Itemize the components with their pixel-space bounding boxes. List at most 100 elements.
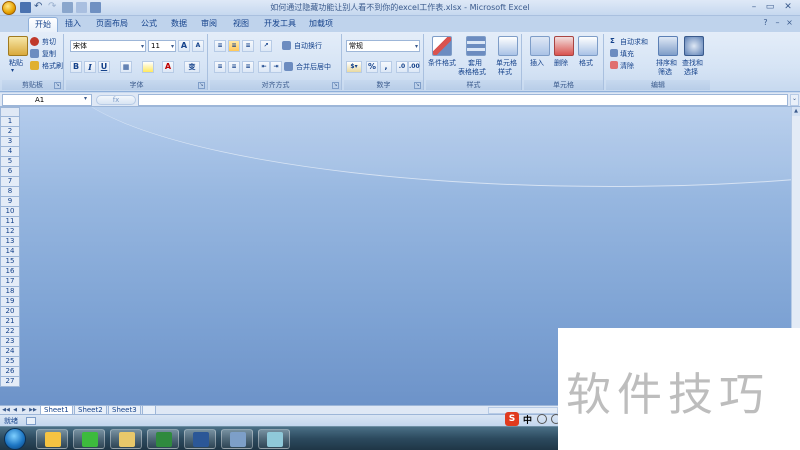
macro-record-icon[interactable]	[26, 417, 36, 425]
alignment-launcher-icon[interactable]: ↘	[332, 82, 339, 89]
undo-icon[interactable]: ↶	[34, 2, 45, 13]
ime-toolbar[interactable]: S 中	[505, 412, 561, 426]
sort-filter-label-2[interactable]: 筛选	[658, 67, 672, 77]
ime-language[interactable]: 中	[523, 413, 532, 426]
tab-insert[interactable]: 插入	[62, 17, 84, 32]
shrink-font-button[interactable]: A	[192, 40, 204, 52]
help-icon[interactable]: ?	[760, 18, 771, 29]
align-center-icon[interactable]: ≡	[228, 61, 240, 73]
format-as-table-icon[interactable]	[466, 36, 486, 56]
format-cells-icon[interactable]	[578, 36, 598, 56]
cut-icon[interactable]	[30, 37, 39, 46]
tab-formulas[interactable]: 公式	[138, 17, 160, 32]
autosum-button[interactable]: 自动求和	[620, 37, 648, 47]
cell-styles-label-2[interactable]: 样式	[498, 67, 512, 77]
notes-icon[interactable]	[258, 429, 290, 449]
wrap-text-button[interactable]: 自动换行	[294, 41, 322, 51]
align-top-icon[interactable]: ≡	[214, 40, 226, 52]
row-header[interactable]: 9	[0, 197, 20, 207]
find-select-label-2[interactable]: 选择	[684, 67, 698, 77]
sort-filter-icon[interactable]	[658, 36, 678, 56]
align-middle-icon[interactable]: ≡	[228, 40, 240, 52]
formula-input[interactable]	[138, 94, 788, 106]
conditional-format-button[interactable]: 条件格式	[428, 58, 456, 68]
ime-moon-icon[interactable]	[537, 414, 547, 424]
row-header[interactable]: 12	[0, 227, 20, 237]
row-header[interactable]: 13	[0, 237, 20, 247]
copy-button[interactable]: 复制	[42, 49, 56, 59]
conditional-format-icon[interactable]	[432, 36, 452, 56]
underline-button[interactable]: U	[98, 61, 110, 73]
customize-qat-icon[interactable]	[90, 2, 101, 13]
insert-button[interactable]: 插入	[530, 58, 544, 68]
sogou-icon[interactable]: S	[505, 412, 519, 426]
row-header[interactable]: 1	[0, 117, 20, 127]
border-icon[interactable]: ▦	[120, 61, 132, 73]
row-header[interactable]: 16	[0, 267, 20, 277]
wechat-icon[interactable]	[73, 429, 105, 449]
row-header[interactable]: 20	[0, 307, 20, 317]
row-header[interactable]: 19	[0, 297, 20, 307]
insert-function-button[interactable]: fx	[96, 95, 136, 105]
row-header[interactable]: 24	[0, 347, 20, 357]
row-header[interactable]: 7	[0, 177, 20, 187]
row-header[interactable]: 5	[0, 157, 20, 167]
fill-icon[interactable]	[610, 49, 618, 57]
fill-color-icon[interactable]	[142, 61, 154, 73]
percent-button[interactable]: %	[366, 61, 378, 73]
insert-cells-icon[interactable]	[530, 36, 550, 56]
expand-formula-bar-icon[interactable]: ⌄	[790, 94, 799, 106]
align-bottom-icon[interactable]: ≡	[242, 40, 254, 52]
row-header[interactable]: 23	[0, 337, 20, 347]
phonetic-button[interactable]: 变	[184, 61, 200, 73]
row-header[interactable]: 18	[0, 287, 20, 297]
format-painter-icon[interactable]	[30, 61, 39, 70]
cut-button[interactable]: 剪切	[42, 37, 56, 47]
select-all-corner[interactable]	[0, 107, 20, 117]
delete-button[interactable]: 删除	[554, 58, 568, 68]
row-header[interactable]: 14	[0, 247, 20, 257]
row-header[interactable]: 10	[0, 207, 20, 217]
decrease-indent-icon[interactable]: ⇤	[258, 61, 270, 73]
clear-icon[interactable]	[610, 61, 618, 69]
comma-button[interactable]: ,	[380, 61, 392, 73]
increase-indent-icon[interactable]: ⇥	[270, 61, 282, 73]
font-name-select[interactable]: 宋体 ▾	[70, 40, 146, 52]
wrap-text-icon[interactable]	[282, 41, 291, 50]
maximize-button[interactable]: ▭	[764, 2, 776, 13]
paint-icon[interactable]	[221, 429, 253, 449]
italic-button[interactable]: I	[84, 61, 96, 73]
paste-icon[interactable]	[8, 36, 28, 56]
font-size-select[interactable]: 11 ▾	[148, 40, 176, 52]
increase-decimal-icon[interactable]: .0	[396, 61, 408, 73]
row-header[interactable]: 3	[0, 137, 20, 147]
row-header[interactable]: 26	[0, 367, 20, 377]
save-icon[interactable]	[20, 2, 31, 13]
delete-cells-icon[interactable]	[554, 36, 574, 56]
copy-icon[interactable]	[30, 49, 39, 58]
bold-button[interactable]: B	[70, 61, 82, 73]
find-select-icon[interactable]	[684, 36, 704, 56]
row-header[interactable]: 15	[0, 257, 20, 267]
tab-page-layout[interactable]: 页面布局	[92, 17, 132, 32]
tab-view[interactable]: 视图	[230, 17, 252, 32]
qq-icon[interactable]	[36, 429, 68, 449]
number-launcher-icon[interactable]: ↘	[414, 82, 421, 89]
row-header[interactable]: 21	[0, 317, 20, 327]
row-header[interactable]: 11	[0, 217, 20, 227]
row-header[interactable]: 22	[0, 327, 20, 337]
cell-styles-icon[interactable]	[498, 36, 518, 56]
font-color-icon[interactable]: A	[162, 61, 174, 73]
file-explorer-icon[interactable]	[110, 429, 142, 449]
workbook-close-icon[interactable]: ×	[784, 18, 795, 29]
sigma-icon[interactable]: Σ	[610, 37, 615, 45]
number-format-select[interactable]: 常规 ▾	[346, 40, 420, 52]
close-button[interactable]: ✕	[782, 2, 794, 13]
paste-dropdown-icon[interactable]: ▾	[11, 67, 14, 74]
tab-home[interactable]: 开始	[28, 17, 58, 32]
scroll-up-icon[interactable]: ▲	[792, 107, 800, 116]
format-button[interactable]: 格式	[579, 58, 593, 68]
fill-button[interactable]: 填充	[620, 49, 634, 59]
tab-review[interactable]: 审阅	[198, 17, 220, 32]
ribbon-minimize-icon[interactable]: –	[772, 18, 783, 29]
